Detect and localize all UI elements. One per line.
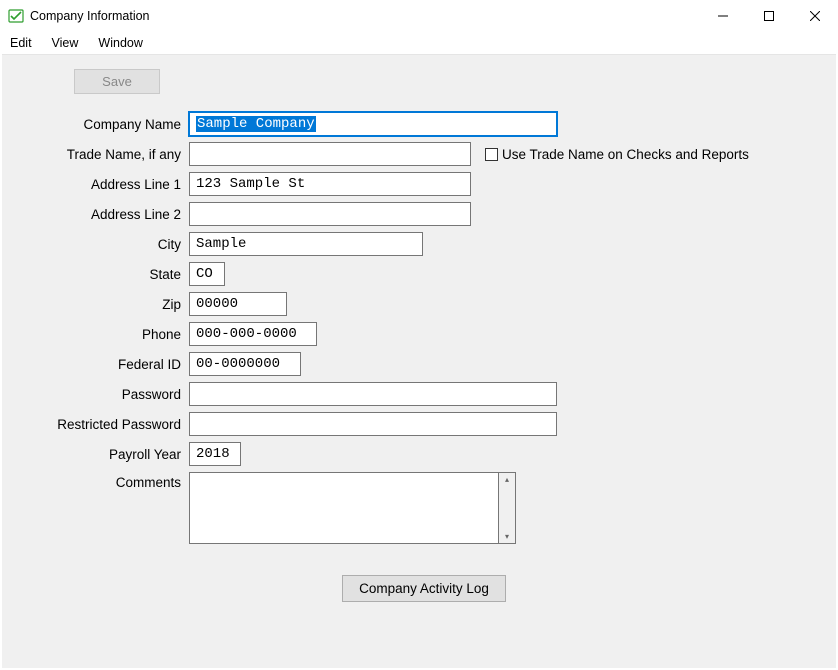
save-button[interactable]: Save — [74, 69, 160, 94]
menubar: Edit View Window — [0, 32, 838, 54]
trade-name-input[interactable] — [189, 142, 471, 166]
payroll-year-input[interactable] — [189, 442, 241, 466]
titlebar: Company Information — [0, 0, 838, 32]
company-name-value: Sample Company — [196, 116, 316, 132]
label-address2: Address Line 2 — [2, 207, 189, 222]
label-comments: Comments — [2, 472, 189, 490]
label-federal-id: Federal ID — [2, 357, 189, 372]
zip-input[interactable] — [189, 292, 287, 316]
menu-view[interactable]: View — [50, 34, 89, 52]
city-input[interactable] — [189, 232, 423, 256]
company-activity-log-button[interactable]: Company Activity Log — [342, 575, 506, 602]
label-trade-name: Trade Name, if any — [2, 147, 189, 162]
client-area: Save Company Name Sample Company Trade N… — [2, 54, 836, 668]
address2-input[interactable] — [189, 202, 471, 226]
label-phone: Phone — [2, 327, 189, 342]
label-company-name: Company Name — [2, 117, 189, 132]
restricted-password-input[interactable] — [189, 412, 557, 436]
password-input[interactable] — [189, 382, 557, 406]
label-restricted-password: Restricted Password — [2, 417, 189, 432]
scroll-up-icon: ▴ — [505, 473, 509, 486]
close-button[interactable] — [792, 0, 838, 32]
label-city: City — [2, 237, 189, 252]
company-name-input[interactable]: Sample Company — [189, 112, 557, 136]
window-title: Company Information — [30, 9, 700, 23]
address1-input[interactable] — [189, 172, 471, 196]
checkbox-icon — [485, 148, 498, 161]
trade-name-checkbox[interactable]: Use Trade Name on Checks and Reports — [485, 147, 749, 162]
federal-id-input[interactable] — [189, 352, 301, 376]
window-controls — [700, 0, 838, 32]
menu-window[interactable]: Window — [96, 34, 152, 52]
window: Company Information Edit View Window Sav… — [0, 0, 838, 670]
maximize-button[interactable] — [746, 0, 792, 32]
comments-input[interactable] — [189, 472, 499, 544]
label-zip: Zip — [2, 297, 189, 312]
state-input[interactable] — [189, 262, 225, 286]
label-address1: Address Line 1 — [2, 177, 189, 192]
label-payroll-year: Payroll Year — [2, 447, 189, 462]
comments-scrollbar[interactable]: ▴ ▾ — [499, 472, 516, 544]
app-icon — [8, 8, 24, 24]
label-state: State — [2, 267, 189, 282]
label-password: Password — [2, 387, 189, 402]
comments-wrap: ▴ ▾ — [189, 472, 516, 544]
menu-edit[interactable]: Edit — [8, 34, 42, 52]
scroll-down-icon: ▾ — [505, 530, 509, 543]
phone-input[interactable] — [189, 322, 317, 346]
minimize-button[interactable] — [700, 0, 746, 32]
trade-name-checkbox-label: Use Trade Name on Checks and Reports — [502, 147, 749, 162]
